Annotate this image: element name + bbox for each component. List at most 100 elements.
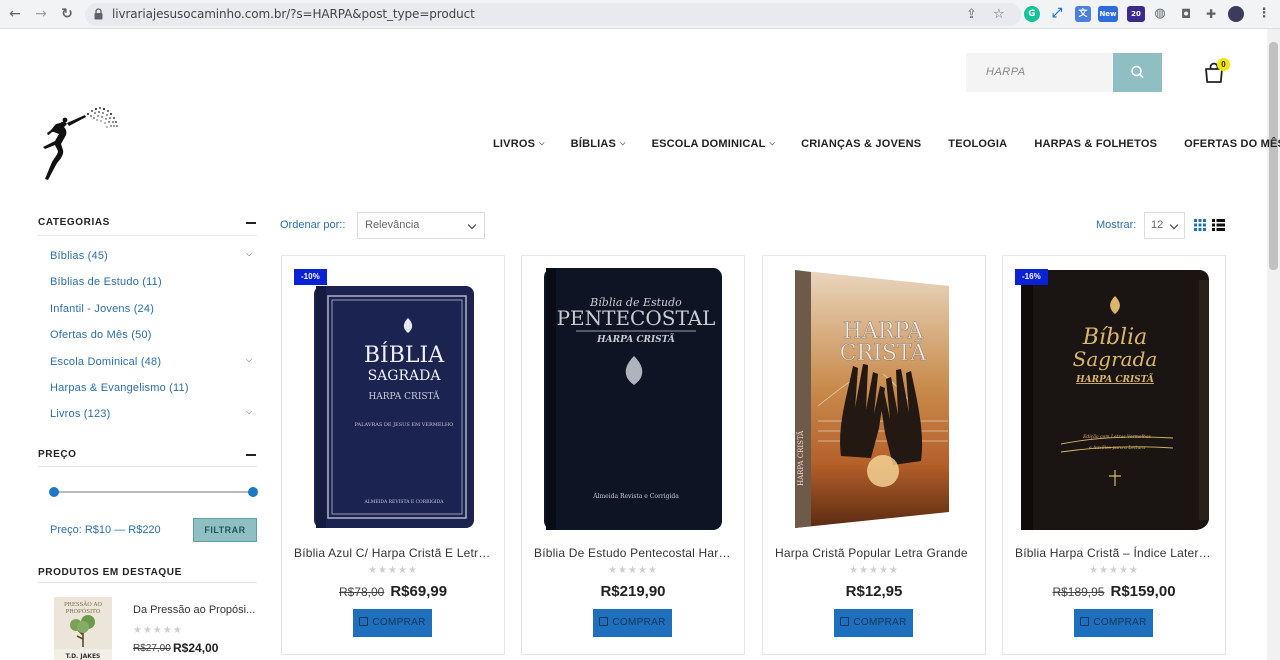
buy-button[interactable]: COMPRAR <box>834 609 913 637</box>
cover-line: Edição com Letras Vermelhas <box>1082 433 1152 440</box>
buy-label: COMPRAR <box>1093 617 1147 628</box>
new-extension-icon[interactable]: New <box>1098 6 1118 22</box>
category-ofertas-do-mes[interactable]: Ofertas do Mês (50) <box>50 329 152 341</box>
page-scrollbar[interactable] <box>1267 29 1280 660</box>
puzzle-extensions-icon[interactable]: ✚ <box>1203 6 1219 22</box>
price-slider-max-handle[interactable] <box>248 487 258 497</box>
menu-item-teologia[interactable]: TEOLOGIA <box>948 137 1007 151</box>
discount-badge: -10% <box>294 269 327 285</box>
cover-line: HARPA CRISTÃ <box>368 390 440 402</box>
current-price: R$159,00 <box>1110 583 1176 600</box>
product-prices: R$219,90 <box>522 583 744 601</box>
filter-button[interactable]: FILTRAR <box>193 518 257 542</box>
bookmark-star-icon[interactable]: ☆ <box>993 7 1005 22</box>
share-icon[interactable]: ⇪ <box>966 7 977 22</box>
forward-arrow-icon[interactable]: → <box>33 6 49 22</box>
cover-line: HARPA CRISTÃ <box>596 333 675 345</box>
extension-badge-count: 20 <box>1131 10 1141 18</box>
cover-line: e Auxílios para a Leitura <box>1089 444 1145 451</box>
discount-badge: -16% <box>1015 269 1048 285</box>
buy-label: COMPRAR <box>853 617 907 628</box>
categories-heading: CATEGORIAS <box>38 217 110 228</box>
product-image[interactable]: HARPA CRISTÃ HARPA CRISTÃ <box>763 256 985 538</box>
menu-item-escola-dominical[interactable]: ESCOLA DOMINICAL ⌵ <box>652 137 776 151</box>
per-page-select[interactable]: 12 <box>1144 212 1185 239</box>
chevron-down-icon <box>1169 220 1179 230</box>
category-harpas-evangelismo[interactable]: Harpas & Evangelismo (11) <box>50 382 189 394</box>
current-price: R$12,95 <box>845 583 903 600</box>
search-button[interactable] <box>1113 53 1162 92</box>
expand-extension-icon[interactable]: ⤢ <box>1049 6 1065 22</box>
rating-stars: ★★★★★ <box>368 565 418 576</box>
cover-spine: HARPA CRISTÃ <box>796 430 805 486</box>
chevron-down-icon: ⌵ <box>539 140 545 147</box>
menu-label: ESCOLA DOMINICAL <box>651 138 766 150</box>
buy-button[interactable]: COMPRAR <box>1074 609 1153 637</box>
collapse-price-icon[interactable] <box>246 454 256 456</box>
cover-title: PRESSÃO AO <box>64 600 102 608</box>
chevron-down-icon[interactable]: ⌵ <box>246 355 252 365</box>
product-card[interactable]: BÍBLIA SAGRADA HARPA CRISTÃ PALAVRAS DE … <box>281 255 505 655</box>
product-image[interactable]: Bíblia de Estudo PENTECOSTAL HARPA CRIST… <box>522 256 744 538</box>
price-heading: PREÇO <box>38 449 77 460</box>
collapse-categories-icon[interactable] <box>246 222 256 224</box>
product-image[interactable]: BÍBLIA SAGRADA HARPA CRISTÃ PALAVRAS DE … <box>282 256 504 538</box>
search-input[interactable]: HARPA <box>966 53 1114 92</box>
product-name[interactable]: Bíblia Azul C/ Harpa Cristã E Letra Gran… <box>294 546 494 560</box>
chevron-down-icon <box>467 220 477 230</box>
list-view-icon[interactable] <box>1212 219 1225 231</box>
featured-rating-stars: ★★★★★ <box>133 625 183 636</box>
menu-item-criancas-jovens[interactable]: CRIANÇAS & JOVENS <box>801 137 921 151</box>
rating-stars: ★★★★★ <box>849 565 899 576</box>
menu-item-ofertas-do-mes[interactable]: OFERTAS DO MÊS <box>1184 137 1280 151</box>
featured-new-price: R$24,00 <box>173 641 219 655</box>
menu-item-harpas-folhetos[interactable]: HARPAS & FOLHETOS <box>1034 137 1157 151</box>
sort-select[interactable]: Relevância <box>357 212 485 239</box>
category-biblias[interactable]: Bíblias (45) <box>50 250 108 262</box>
chevron-down-icon[interactable]: ⌵ <box>246 407 252 417</box>
book-cover-image: PRESSÃO AO PROPÓSITO T.D. JAKES <box>54 597 112 660</box>
menu-label: CRIANÇAS & JOVENS <box>801 138 922 150</box>
category-escola-dominical[interactable]: Escola Dominical (48) <box>50 356 161 368</box>
product-prices: R$12,95 <box>763 583 985 601</box>
main-navigation: LIVROS ⌵ BÍBLIAS ⌵ ESCOLA DOMINICAL ⌵ CRIAN… <box>493 137 1280 151</box>
buy-button[interactable]: COMPRAR <box>593 609 672 637</box>
category-biblias-de-estudo[interactable]: Bíblias de Estudo (11) <box>50 276 162 288</box>
category-livros[interactable]: Livros (123) <box>50 408 110 420</box>
menu-label: OFERTAS DO MÊS <box>1184 138 1280 150</box>
featured-old-price: R$27,00 <box>133 643 171 654</box>
category-infantil-jovens[interactable]: Infantil - Jovens (24) <box>50 303 154 315</box>
price-slider-min-handle[interactable] <box>49 487 59 497</box>
menu-item-biblias[interactable]: BÍBLIAS ⌵ <box>571 137 626 151</box>
address-bar[interactable]: livrariajesusocaminho.com.br/?s=HARPA&po… <box>85 3 1021 26</box>
camera-extension-icon[interactable]: ◘ <box>1178 6 1194 22</box>
profile-avatar[interactable] <box>1228 6 1244 22</box>
featured-product-name[interactable]: Da Pressão ao Propósi... <box>133 604 255 616</box>
grid-view-icon[interactable] <box>1194 219 1206 231</box>
grammarly-extension-icon[interactable]: G <box>1024 6 1040 22</box>
buy-button[interactable]: COMPRAR <box>353 609 432 637</box>
reload-icon[interactable]: ↻ <box>59 6 75 22</box>
site-logo[interactable] <box>36 105 120 181</box>
globe-extension-icon[interactable]: ◍ <box>1152 6 1168 22</box>
chevron-down-icon[interactable]: ⌵ <box>246 249 252 259</box>
menu-item-livros[interactable]: LIVROS ⌵ <box>493 137 545 151</box>
back-arrow-icon[interactable]: ← <box>7 6 23 22</box>
chevron-down-icon: ⌵ <box>769 140 776 147</box>
product-name[interactable]: Harpa Cristã Popular Letra Grande <box>775 546 975 560</box>
product-card[interactable]: Bíblia de Estudo PENTECOSTAL HARPA CRIST… <box>521 255 745 655</box>
price-slider-track[interactable] <box>54 491 253 493</box>
product-card[interactable]: Bíblia Sagrada HARPA CRISTÃ Edição com L… <box>1002 255 1226 655</box>
product-image[interactable]: Bíblia Sagrada HARPA CRISTÃ Edição com L… <box>1003 256 1225 538</box>
translate-extension-icon[interactable]: 文 <box>1075 6 1091 22</box>
product-name[interactable]: Bíblia Harpa Cristã – Índice Lateral Let… <box>1015 546 1215 560</box>
cover-line: PENTECOSTAL <box>557 306 716 330</box>
product-card[interactable]: HARPA CRISTÃ HARPA CRISTÃ Harpa Cristã P… <box>762 255 986 655</box>
featured-product-image[interactable]: PRESSÃO AO PROPÓSITO T.D. JAKES <box>54 597 112 660</box>
scrollbar-thumb[interactable] <box>1269 42 1278 270</box>
divider <box>38 582 257 583</box>
kebab-menu-icon[interactable]: ⋮ <box>1256 6 1272 22</box>
price-range-label: Preço: R$10 — R$220 <box>50 524 161 536</box>
graduation-cap-extension-icon[interactable]: 20 <box>1127 6 1145 22</box>
product-name[interactable]: Bíblia De Estudo Pentecostal Harpa Crist… <box>534 546 734 560</box>
